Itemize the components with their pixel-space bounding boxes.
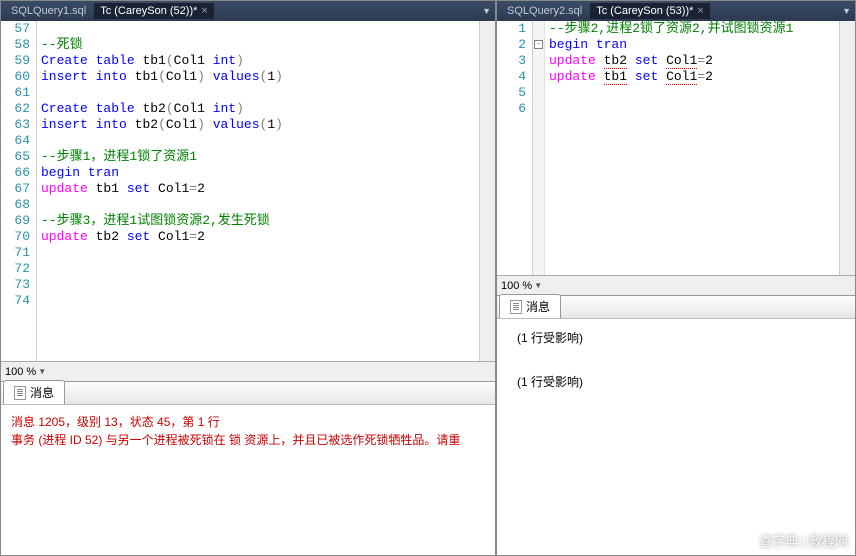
code-line[interactable]: update tb1 set Col1=2 [41,181,479,197]
tab-careyson-53[interactable]: Tc (CareySon (53))* × [590,3,710,19]
line-number: 68 [5,197,30,213]
line-number: 64 [5,133,30,149]
code-line[interactable]: --步骤2,进程2锁了资源2,并试图锁资源1 [549,21,839,37]
line-number: 74 [5,293,30,309]
close-icon[interactable]: × [697,5,703,17]
code-line[interactable]: Create table tb2(Col1 int) [41,101,479,117]
right-status-bar: 100 % ▼ [497,275,855,295]
line-number: 3 [501,53,526,69]
right-editor[interactable]: 123456 - --步骤2,进程2锁了资源2,并试图锁资源1begin tra… [497,21,855,275]
messages-tab-label: 消息 [526,298,550,315]
code-line[interactable] [41,245,479,261]
chevron-down-icon[interactable]: ▼ [38,367,46,376]
line-number: 6 [501,101,526,117]
document-icon [14,386,26,400]
tab-label: SQLQuery1.sql [11,5,86,17]
code-line[interactable]: update tb2 set Col1=2 [549,53,839,69]
left-messages-tabbar: 消息 [1,381,495,405]
right-messages-tabbar: 消息 [497,295,855,319]
code-line[interactable]: begin tran [549,37,839,53]
left-editor[interactable]: 575859606162636465666768697071727374 --死… [1,21,495,361]
left-pane: SQLQuery1.sql Tc (CareySon (52))* × ▼ 57… [0,0,496,556]
line-number: 58 [5,37,30,53]
error-message: 事务 (进程 ID 52) 与另一个进程被死锁在 锁 资源上，并且已被选作死锁牺… [11,431,485,449]
vertical-scrollbar[interactable] [479,21,495,361]
code-line[interactable]: begin tran [41,165,479,181]
code-line[interactable] [41,133,479,149]
line-number: 72 [5,261,30,277]
line-number: 2 [501,37,526,53]
code-line[interactable]: update tb1 set Col1=2 [549,69,839,85]
code-line[interactable] [549,101,839,117]
tab-label: Tc (CareySon (52))* [100,5,197,17]
messages-tab[interactable]: 消息 [3,380,65,404]
error-message: 消息 1205，级别 13，状态 45，第 1 行 [11,413,485,431]
line-number: 73 [5,277,30,293]
code-line[interactable] [41,197,479,213]
line-number: 4 [501,69,526,85]
line-gutter: 575859606162636465666768697071727374 [1,21,37,361]
line-number: 60 [5,69,30,85]
code-line[interactable]: --步骤3，进程1试图锁资源2,发生死锁 [41,213,479,229]
code-line[interactable]: insert into tb2(Col1) values(1) [41,117,479,133]
left-tab-bar: SQLQuery1.sql Tc (CareySon (52))* × ▼ [1,1,495,21]
code-area[interactable]: --死锁Create table tb1(Col1 int)insert int… [37,21,479,361]
document-icon [510,300,522,314]
left-status-bar: 100 % ▼ [1,361,495,381]
code-line[interactable]: insert into tb1(Col1) values(1) [41,69,479,85]
line-number: 59 [5,53,30,69]
left-messages-body[interactable]: 消息 1205，级别 13，状态 45，第 1 行事务 (进程 ID 52) 与… [1,405,495,555]
code-line[interactable] [41,85,479,101]
line-number: 70 [5,229,30,245]
tab-careyson-52[interactable]: Tc (CareySon (52))* × [94,3,214,19]
line-number: 65 [5,149,30,165]
right-messages-body[interactable]: (1 行受影响) (1 行受影响) [497,319,855,555]
messages-tab-label: 消息 [30,384,54,401]
zoom-control[interactable]: 100 % ▼ [5,366,46,378]
line-number: 63 [5,117,30,133]
line-number: 5 [501,85,526,101]
line-gutter: 123456 [497,21,533,275]
line-number: 1 [501,21,526,37]
line-number: 57 [5,21,30,37]
code-line[interactable] [41,21,479,37]
code-line[interactable] [41,277,479,293]
tab-label: Tc (CareySon (53))* [596,5,693,17]
code-line[interactable] [41,293,479,309]
code-area[interactable]: --步骤2,进程2锁了资源2,并试图锁资源1begin tranupdate t… [545,21,839,275]
result-message [507,349,845,371]
tab-label: SQLQuery2.sql [507,5,582,17]
tab-sqlquery1[interactable]: SQLQuery1.sql [5,3,92,19]
code-line[interactable] [549,85,839,101]
line-number: 62 [5,101,30,117]
code-line[interactable]: --死锁 [41,37,479,53]
right-pane: SQLQuery2.sql Tc (CareySon (53))* × ▼ 12… [496,0,856,556]
result-message: (1 行受影响) [507,371,845,393]
result-message: (1 行受影响) [507,327,845,349]
chevron-down-icon[interactable]: ▼ [534,281,542,290]
line-number: 66 [5,165,30,181]
code-line[interactable]: Create table tb1(Col1 int) [41,53,479,69]
fold-toggle-icon[interactable]: - [534,40,543,49]
tab-sqlquery2[interactable]: SQLQuery2.sql [501,3,588,19]
tab-overflow-icon[interactable]: ▼ [842,6,851,16]
fold-column[interactable]: - [533,21,545,275]
line-number: 67 [5,181,30,197]
code-line[interactable]: --步骤1，进程1锁了资源1 [41,149,479,165]
line-number: 61 [5,85,30,101]
tab-overflow-icon[interactable]: ▼ [482,6,491,16]
zoom-value: 100 % [501,280,532,292]
code-line[interactable] [41,261,479,277]
right-tab-bar: SQLQuery2.sql Tc (CareySon (53))* × ▼ [497,1,855,21]
messages-tab[interactable]: 消息 [499,294,561,318]
line-number: 71 [5,245,30,261]
code-line[interactable]: update tb2 set Col1=2 [41,229,479,245]
close-icon[interactable]: × [201,5,207,17]
zoom-value: 100 % [5,366,36,378]
vertical-scrollbar[interactable] [839,21,855,275]
zoom-control[interactable]: 100 % ▼ [501,280,542,292]
line-number: 69 [5,213,30,229]
